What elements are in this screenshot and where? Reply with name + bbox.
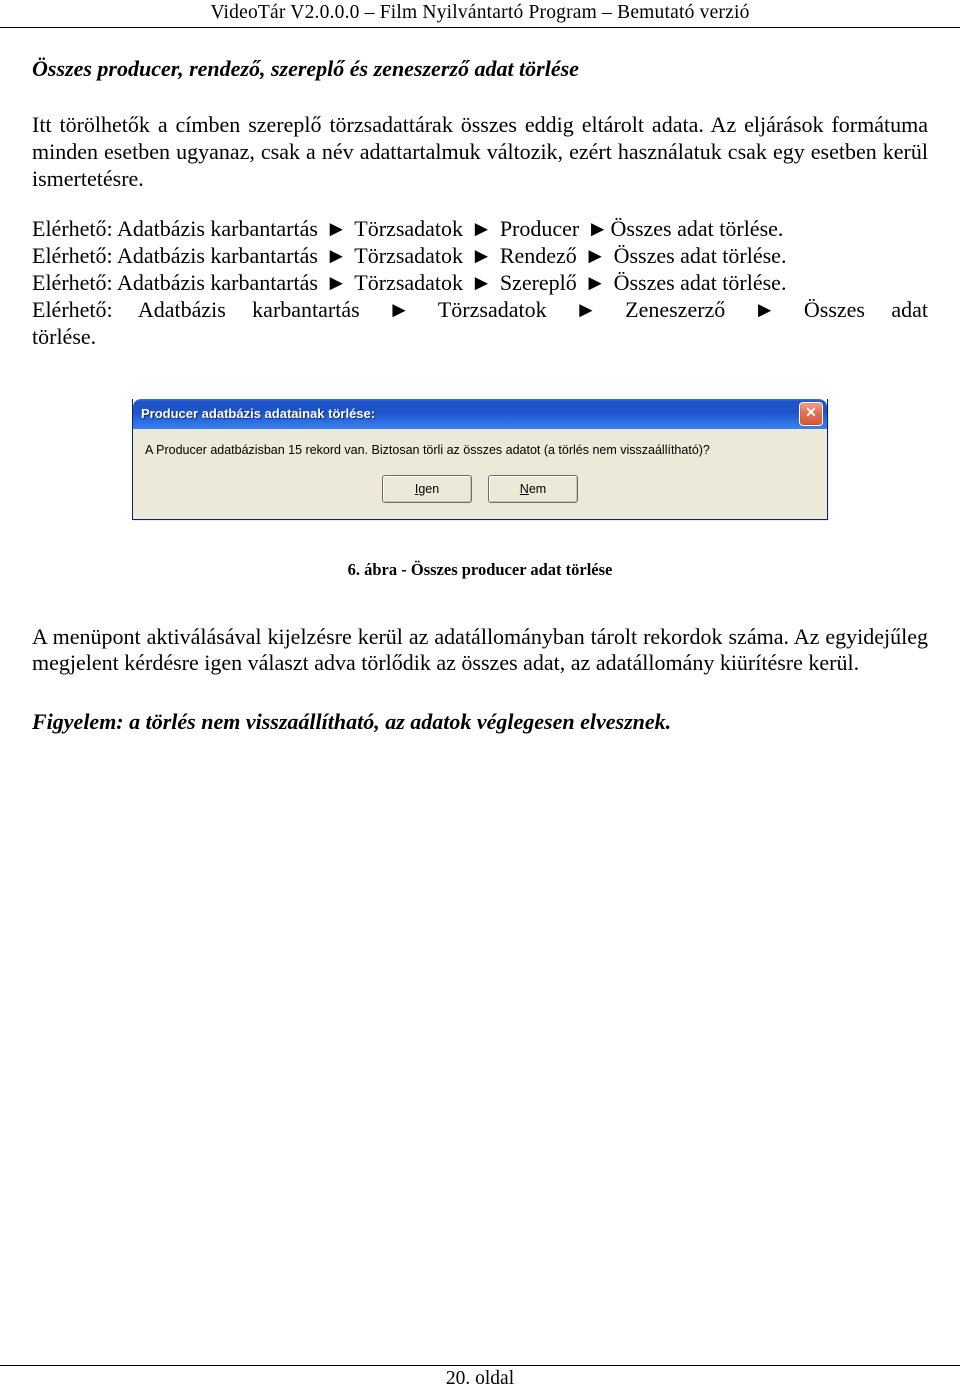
page-content: Összes producer, rendező, szereplő és ze… — [0, 28, 960, 735]
arrow-icon: ► — [471, 216, 493, 241]
section-title: Összes producer, rendező, szereplő és ze… — [32, 56, 928, 82]
arrow-icon: ► — [584, 243, 606, 268]
no-button[interactable]: Nem — [488, 475, 578, 503]
paragraph-1: Itt törölhetők a címben szereplő törzsad… — [32, 112, 928, 192]
no-mnemonic: N — [520, 482, 529, 496]
dialog-screenshot: Producer adatbázis adatainak törlése: ✕ … — [32, 399, 928, 520]
arrow-icon: ► — [325, 270, 347, 295]
path-prefix: Elérhető: — [32, 297, 113, 322]
path-tail: Összes adat törlése. — [611, 216, 784, 241]
path-prefix: Elérhető: — [32, 216, 113, 241]
path-szereplo: Elérhető: Adatbázis karbantartás ► Törzs… — [32, 270, 928, 297]
page-footer: 20. oldal — [0, 1365, 960, 1392]
path-end: Rendező — [500, 243, 577, 268]
dialog-titlebar: Producer adatbázis adatainak törlése: ✕ — [133, 399, 827, 429]
path-tail: Összes adat törlése. — [614, 270, 787, 295]
close-icon[interactable]: ✕ — [799, 402, 823, 426]
path-zeneszerzo: Elérhető: Adatbázis karbantartás ► Törzs… — [32, 297, 928, 324]
path-prefix: Elérhető: — [32, 270, 113, 295]
dialog-buttons: Igen Nem — [145, 475, 815, 503]
path-seg: Adatbázis karbantartás — [117, 243, 318, 268]
dialog-body: A Producer adatbázisban 15 rekord van. B… — [133, 429, 827, 519]
arrow-icon: ► — [587, 216, 609, 241]
page-number: 20. oldal — [0, 1368, 960, 1392]
path-seg: Adatbázis karbantartás — [138, 297, 360, 322]
arrow-icon: ► — [471, 243, 493, 268]
path-tail: Összes adat — [804, 297, 928, 322]
yes-rest: gen — [418, 482, 439, 496]
arrow-icon: ► — [325, 216, 347, 241]
arrow-icon: ► — [388, 297, 410, 322]
path-end: Zeneszerző — [625, 297, 725, 322]
yes-button[interactable]: Igen — [382, 475, 472, 503]
warning-text: Figyelem: a törlés nem visszaállítható, … — [32, 709, 928, 735]
arrow-icon: ► — [754, 297, 776, 322]
path-seg: Törzsadatok — [354, 216, 463, 241]
path-producer: Elérhető: Adatbázis karbantartás ► Törzs… — [32, 216, 928, 243]
no-rest: em — [529, 482, 546, 496]
arrow-icon: ► — [325, 243, 347, 268]
dialog-title: Producer adatbázis adatainak törlése: — [141, 406, 799, 421]
footer-rule — [0, 1365, 960, 1366]
path-tail: Összes adat törlése. — [614, 243, 787, 268]
path-zeneszerzo-wrap: törlése. — [32, 324, 928, 351]
dialog-message: A Producer adatbázisban 15 rekord van. B… — [145, 443, 815, 457]
figure-caption: 6. ábra - Összes producer adat törlése — [32, 560, 928, 580]
path-seg: Adatbázis karbantartás — [117, 270, 318, 295]
confirm-dialog: Producer adatbázis adatainak törlése: ✕ … — [132, 399, 828, 520]
path-seg: Adatbázis karbantartás — [117, 216, 318, 241]
path-end: Szereplő — [500, 270, 577, 295]
page-header: VideoTár V2.0.0.0 – Film Nyilvántartó Pr… — [0, 0, 960, 24]
arrow-icon: ► — [575, 297, 597, 322]
arrow-icon: ► — [584, 270, 606, 295]
path-seg: Törzsadatok — [354, 243, 463, 268]
arrow-icon: ► — [471, 270, 493, 295]
path-list: Elérhető: Adatbázis karbantartás ► Törzs… — [32, 216, 928, 350]
path-seg: Törzsadatok — [354, 270, 463, 295]
path-prefix: Elérhető: — [32, 243, 113, 268]
path-end: Producer — [500, 216, 579, 241]
paragraph-2: A menüpont aktiválásával kijelzésre kerü… — [32, 624, 928, 678]
path-seg: Törzsadatok — [438, 297, 547, 322]
path-rendezo: Elérhető: Adatbázis karbantartás ► Törzs… — [32, 243, 928, 270]
